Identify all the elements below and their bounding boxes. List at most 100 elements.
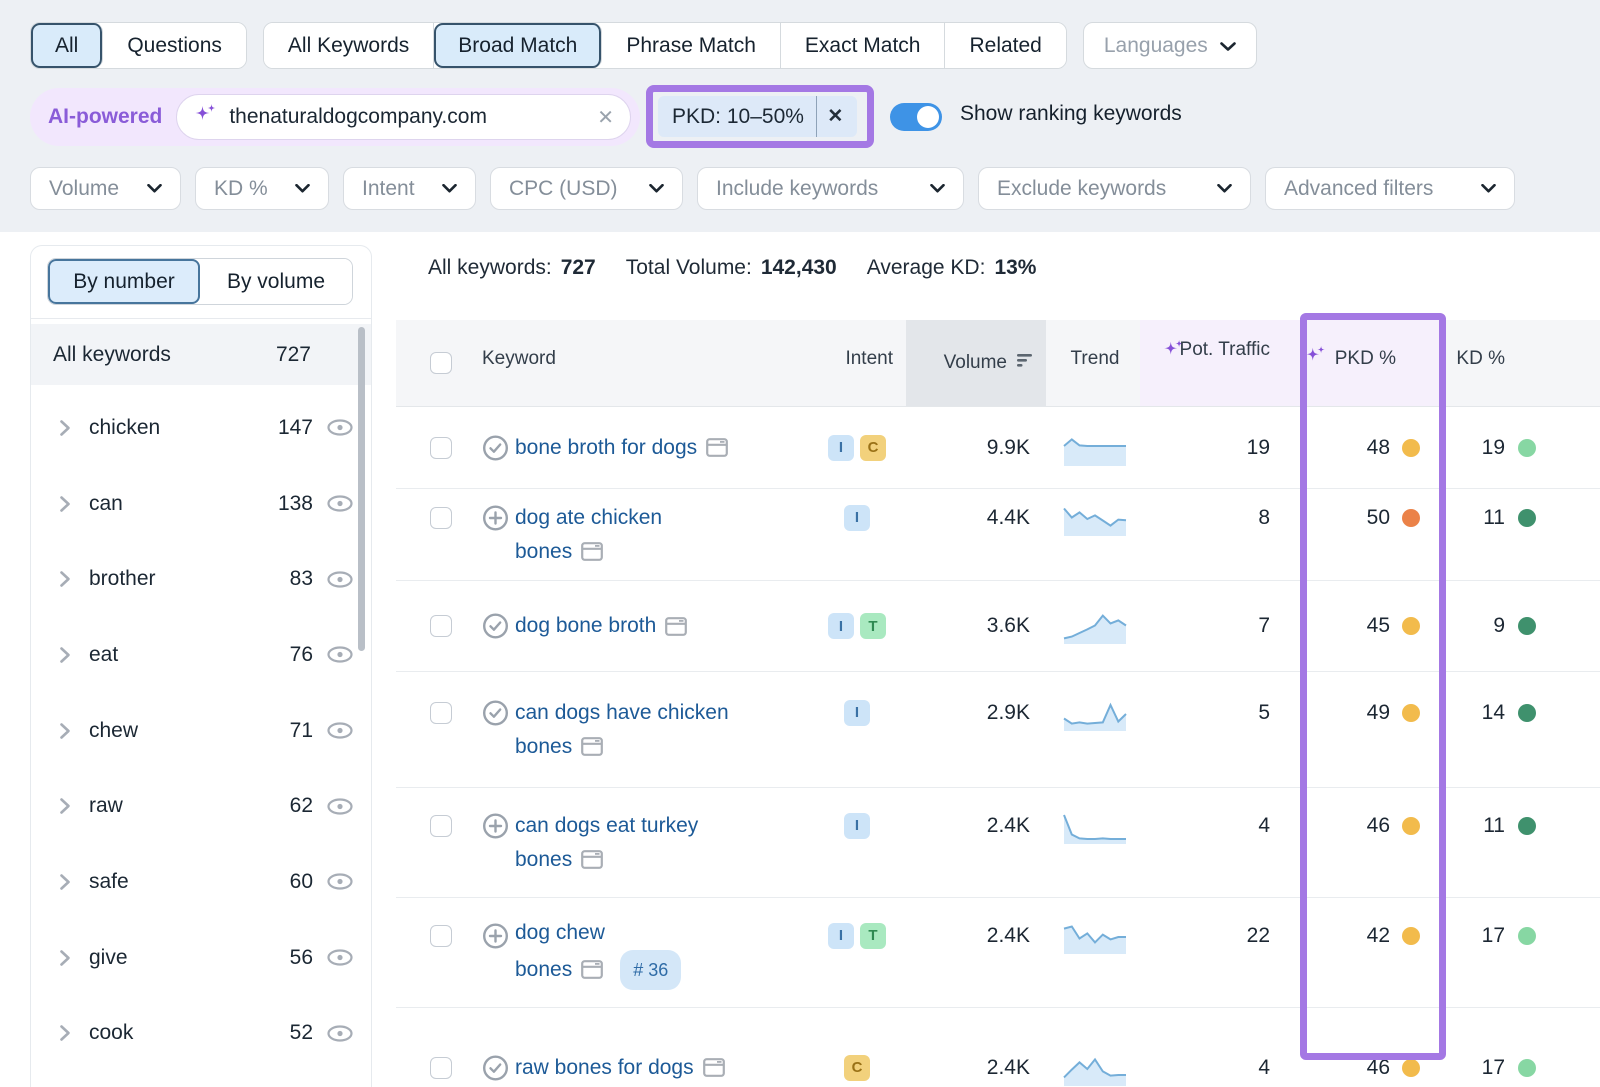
keyword-link[interactable]: dog ate chicken <box>515 501 662 535</box>
filter-advanced-filters-dropdown[interactable]: Advanced filters <box>1265 167 1515 210</box>
pkd-value: 49 <box>1280 701 1390 725</box>
row-marker[interactable] <box>482 613 509 640</box>
sidebar-item-cook[interactable]: cook52 <box>31 996 371 1072</box>
filter-cpc-usd--dropdown[interactable]: CPC (USD) <box>490 167 683 210</box>
keyword-link[interactable]: raw bones for dogs <box>515 1051 694 1085</box>
keyword-link[interactable]: bones <box>515 843 572 877</box>
eye-icon <box>327 949 353 966</box>
row-marker[interactable] <box>482 1054 509 1081</box>
sidebar-item-chew[interactable]: chew71 <box>31 693 371 769</box>
row-checkbox[interactable] <box>430 925 452 947</box>
header-keyword[interactable]: Keyword <box>482 348 556 370</box>
header-trend[interactable]: Trend <box>1060 348 1130 370</box>
filter-volume-dropdown[interactable]: Volume <box>30 167 181 210</box>
header-kd[interactable]: KD % <box>1425 348 1505 370</box>
preview-eye-icon[interactable] <box>327 949 353 966</box>
keyword-search-input[interactable]: thenaturaldogcompany.com ✕ <box>176 94 631 140</box>
preview-eye-icon[interactable] <box>327 722 353 739</box>
row-marker[interactable] <box>482 504 509 531</box>
sidebar-item-all-keywords[interactable]: All keywords 727 <box>31 324 371 385</box>
intent-badge-transactional[interactable]: T <box>860 923 886 949</box>
keyword-link[interactable]: bone broth for dogs <box>515 431 697 465</box>
sidebar-item-brother[interactable]: brother83 <box>31 541 371 617</box>
sidebar-item-safe[interactable]: safe60 <box>31 844 371 920</box>
row-marker[interactable] <box>482 922 509 949</box>
tab-broad-match[interactable]: Broad Match <box>434 23 602 68</box>
tab-phrase-match[interactable]: Phrase Match <box>602 23 781 68</box>
pkd-filter-chip[interactable]: PKD: 10–50% ✕ <box>658 96 857 137</box>
show-ranking-keywords-toggle[interactable] <box>890 103 942 131</box>
sidebar-tab-by-volume[interactable]: By volume <box>200 259 352 304</box>
sidebar-scrollbar[interactable] <box>358 327 365 651</box>
intent-badge-informational[interactable]: I <box>844 700 870 726</box>
header-volume[interactable]: Volume <box>906 320 1034 406</box>
filter-kd--dropdown[interactable]: KD % <box>195 167 329 210</box>
kd-difficulty-dot <box>1518 617 1536 635</box>
intent-badge-commercial[interactable]: C <box>844 1055 870 1081</box>
sidebar-item-eat[interactable]: eat76 <box>31 617 371 693</box>
sidebar-item-give[interactable]: give56 <box>31 920 371 996</box>
filter-intent-dropdown[interactable]: Intent <box>343 167 476 210</box>
intent-badge-informational[interactable]: I <box>844 505 870 531</box>
header-pkd[interactable]: PKD % <box>1276 344 1396 374</box>
tab-questions[interactable]: Questions <box>103 23 246 68</box>
clear-search-icon[interactable]: ✕ <box>597 105 614 130</box>
row-marker[interactable] <box>482 699 509 726</box>
sidebar-tab-by-number[interactable]: By number <box>48 259 200 304</box>
tab-all[interactable]: All <box>31 23 103 68</box>
toggle-knob <box>917 106 939 128</box>
preview-eye-icon[interactable] <box>327 495 353 512</box>
table-row: can dogs eat turkeybonesI2.4K44611 <box>396 788 1600 898</box>
keywords-table-panel: All keywords:727 Total Volume:142,430 Av… <box>396 232 1600 1087</box>
sidebar-item-chicken[interactable]: chicken147 <box>31 390 371 466</box>
intent-badge-transactional[interactable]: T <box>860 613 886 639</box>
eye-icon <box>327 722 353 739</box>
row-marker[interactable] <box>482 812 509 839</box>
keyword-link[interactable]: dog bone broth <box>515 609 656 643</box>
intent-badge-informational[interactable]: I <box>828 923 854 949</box>
tab-all-keywords[interactable]: All Keywords <box>264 23 434 68</box>
intent-badge-informational[interactable]: I <box>828 613 854 639</box>
preview-eye-icon[interactable] <box>327 1025 353 1042</box>
tab-exact-match[interactable]: Exact Match <box>781 23 946 68</box>
preview-eye-icon[interactable] <box>327 571 353 588</box>
languages-dropdown[interactable]: Languages <box>1083 22 1257 69</box>
row-checkbox[interactable] <box>430 702 452 724</box>
filter-include-keywords-dropdown[interactable]: Include keywords <box>697 167 964 210</box>
row-checkbox[interactable] <box>430 1057 452 1079</box>
preview-eye-icon[interactable] <box>327 873 353 890</box>
volume-value: 2.4K <box>896 814 1030 838</box>
row-marker[interactable] <box>482 434 509 461</box>
group-count: 138 <box>278 492 313 516</box>
keyword-link[interactable]: dog chew <box>515 916 605 950</box>
pkd-value: 48 <box>1280 436 1390 460</box>
preview-eye-icon[interactable] <box>327 646 353 663</box>
preview-eye-icon[interactable] <box>327 419 353 436</box>
remove-pkd-filter-icon[interactable]: ✕ <box>817 105 853 128</box>
kd-difficulty-dot <box>1518 817 1536 835</box>
sidebar-item-raw[interactable]: raw62 <box>31 768 371 844</box>
intent-badge-informational[interactable]: I <box>828 435 854 461</box>
keyword-link[interactable]: bones <box>515 953 572 987</box>
keyword-link[interactable]: bones <box>515 730 572 764</box>
row-checkbox[interactable] <box>430 437 452 459</box>
total-volume-label: Total Volume: <box>626 256 752 280</box>
keyword-link[interactable]: bones <box>515 535 572 569</box>
row-checkbox[interactable] <box>430 815 452 837</box>
header-pot-traffic[interactable]: Pot. Traffic <box>1150 336 1270 363</box>
row-checkbox[interactable] <box>430 507 452 529</box>
tab-related[interactable]: Related <box>945 23 1065 68</box>
header-intent[interactable]: Intent <box>793 348 893 370</box>
select-all-checkbox[interactable] <box>430 352 452 374</box>
keyword-link[interactable]: can dogs have chicken <box>515 696 729 730</box>
volume-value: 3.6K <box>896 614 1030 638</box>
intent-badge-informational[interactable]: I <box>844 813 870 839</box>
intent-badge-commercial[interactable]: C <box>860 435 886 461</box>
keyword-link[interactable]: can dogs eat turkey <box>515 809 698 843</box>
row-checkbox[interactable] <box>430 615 452 637</box>
group-label: can <box>89 492 278 516</box>
sidebar-item-can[interactable]: can138 <box>31 466 371 542</box>
table-row: dog ate chickenbonesI4.4K85011 <box>396 489 1600 581</box>
preview-eye-icon[interactable] <box>327 798 353 815</box>
filter-exclude-keywords-dropdown[interactable]: Exclude keywords <box>978 167 1251 210</box>
